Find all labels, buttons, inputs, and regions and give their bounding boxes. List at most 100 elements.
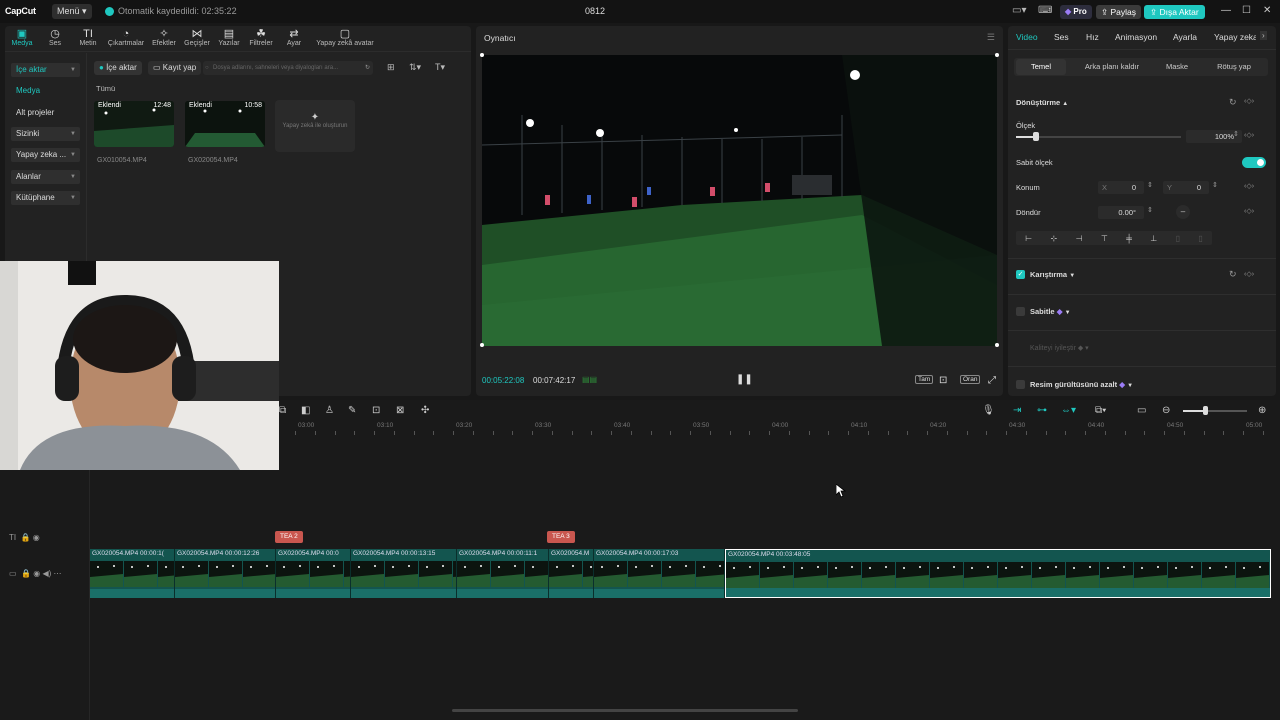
stabilize-section-title[interactable]: Sabitle ◆ ▼ [1030, 307, 1071, 316]
tab-animation[interactable]: Animasyon [1115, 32, 1157, 42]
subtab-remove-bg[interactable]: Arka planı kaldır [1074, 59, 1150, 75]
split-icon[interactable]: ⧉ [279, 405, 286, 416]
toolbar-adjust[interactable]: ⇄ Ayar [274, 28, 314, 47]
sidebar-item-ai[interactable]: Yapay zeka ... ▼ [11, 148, 80, 162]
align-center-icon[interactable]: ⊹ [1051, 234, 1058, 243]
link-icon[interactable]: ⊶ [1037, 405, 1047, 416]
microphone-icon[interactable]: 🎙 [982, 405, 995, 416]
sidebar-item-library[interactable]: Kütüphane ▼ [11, 191, 80, 205]
rotate-dial[interactable]: – [1176, 205, 1190, 219]
timeline-clip[interactable]: GX020054.M [549, 549, 594, 598]
full-quality-button[interactable]: Tam [915, 375, 934, 384]
shortcuts-icon[interactable]: ⌨ [1038, 5, 1052, 16]
align-right-icon[interactable]: ⊣ [1076, 234, 1083, 243]
stepper-icon[interactable]: ⇕ [1147, 206, 1153, 214]
maximize-icon[interactable]: ☐ [1242, 5, 1251, 16]
scale-slider-handle[interactable] [1032, 132, 1039, 141]
scale-slider-track[interactable] [1016, 136, 1181, 138]
align-left-icon[interactable]: ⊢ [1025, 234, 1032, 243]
media-item[interactable]: Eklendi 10:58 [185, 101, 265, 147]
mirror-icon[interactable]: ◧ [301, 405, 310, 416]
toolbar-stickers[interactable]: ◔ Çıkartmalar [105, 28, 147, 47]
zoom-out-icon[interactable]: ⊖ [1162, 405, 1170, 416]
timeline-clip[interactable]: GX020054.MP4 00:00:13:15 [351, 549, 457, 598]
refresh-icon[interactable]: ↻ [365, 61, 370, 75]
eye-icon[interactable]: ◉ [33, 533, 40, 542]
magic-wand-icon[interactable]: ✎ [348, 405, 356, 416]
import-button[interactable]: ● İçe aktar [94, 61, 142, 75]
tab-video[interactable]: Video [1016, 32, 1038, 42]
sidebar-item-subprojects[interactable]: Alt projeler [11, 106, 80, 120]
keyframe-icon[interactable]: ‹◇› [1244, 207, 1254, 215]
caption-icon[interactable]: ▭ [1137, 405, 1146, 416]
stepper-icon[interactable]: ⇕ [1212, 181, 1218, 189]
sidebar-item-yours[interactable]: Sizinki ▼ [11, 127, 80, 141]
reset-icon[interactable]: ↻ [1229, 269, 1237, 280]
snap-icon[interactable]: ⇥ [1013, 405, 1021, 416]
timeline-marker[interactable]: TEA 2 [275, 531, 303, 543]
player-menu-icon[interactable]: ☰ [987, 32, 995, 43]
stepper-icon[interactable]: ⇕ [1147, 181, 1153, 189]
sidebar-item-spaces[interactable]: Alanlar ▼ [11, 170, 80, 184]
blend-section-title[interactable]: Karıştırma ▼ [1030, 270, 1075, 279]
reset-icon[interactable]: ↻ [1229, 97, 1237, 108]
ratio-button[interactable]: Oran [960, 375, 981, 384]
rotate-input[interactable]: 0.00° [1098, 206, 1144, 219]
transform-section-title[interactable]: Dönüştürme ▲ [1016, 98, 1068, 107]
share-button[interactable]: ⇪ Paylaş [1096, 5, 1142, 19]
focus-icon[interactable]: ⊡ [939, 375, 947, 386]
subtab-basic[interactable]: Temel [1016, 59, 1066, 75]
lock-icon[interactable]: 🔒 [21, 533, 31, 542]
tab-ai[interactable]: Yapay zeka [1214, 32, 1256, 42]
position-y-input[interactable]: Y0 [1163, 181, 1209, 194]
sidebar-item-import[interactable]: İçe aktar ▼ [11, 63, 80, 77]
resize-handle[interactable] [995, 53, 999, 57]
subtab-retouch[interactable]: Rötuş yap [1206, 59, 1262, 75]
keyframe-icon[interactable]: ‹◇› [1244, 182, 1254, 190]
close-icon[interactable]: ✕ [1263, 5, 1271, 16]
timeline-marker[interactable]: TEA 3 [547, 531, 575, 543]
position-x-input[interactable]: X0 [1098, 181, 1144, 194]
sort-icon[interactable]: ⇅▾ [409, 62, 421, 73]
keyframe-icon[interactable]: ‹◇› [1244, 131, 1254, 139]
distribute-icon[interactable]: ▯ [1198, 234, 1202, 243]
denoise-checkbox[interactable] [1016, 380, 1025, 389]
video-preview[interactable] [482, 55, 997, 346]
preview-axis-icon[interactable]: ⇔▾ [1061, 405, 1076, 416]
keyframe-icon[interactable]: ‹◇› [1244, 270, 1254, 278]
toolbar-ai-avatar[interactable]: ▢ Yapay zekâ avatar [310, 28, 380, 47]
uniform-scale-toggle[interactable] [1242, 157, 1266, 168]
tab-adjust[interactable]: Ayarla [1173, 32, 1197, 42]
resize-handle[interactable] [480, 53, 484, 57]
media-search-input[interactable]: ○ Dosya adlarını, sahneleri veya diyalogl… [203, 61, 373, 75]
person-icon[interactable]: ♙ [325, 405, 334, 416]
ai-generate-card[interactable]: ✦ Yapay zekâ ile oluşturun [275, 100, 355, 152]
tab-speed[interactable]: Hız [1086, 32, 1099, 42]
pro-button[interactable]: ◆ Pro [1060, 5, 1092, 19]
subtab-mask[interactable]: Maske [1153, 59, 1201, 75]
timeline-clip[interactable]: GX020054.MP4 00:00:17:03 [594, 549, 725, 598]
timeline-clip[interactable]: GX020054.MP4 00:00:12:26 [175, 549, 276, 598]
layout-icon[interactable]: ▭▾ [1012, 5, 1026, 16]
tabs-scroll-icon[interactable]: › [1260, 31, 1267, 40]
keyframe-icon[interactable]: ‹◇› [1244, 97, 1254, 105]
zoom-mode-icon[interactable]: ⧉▾ [1095, 405, 1106, 416]
export-button[interactable]: ⇪ Dışa Aktar [1144, 5, 1205, 19]
timeline-clip[interactable]: GX020054.MP4 00:00:11:1 [457, 549, 549, 598]
crop-icon[interactable]: ⊡ [372, 405, 380, 416]
eye-icon[interactable]: ◉ [33, 569, 40, 578]
tab-audio[interactable]: Ses [1054, 32, 1069, 42]
menu-button[interactable]: Menü ▾ [52, 4, 92, 19]
more-icon[interactable]: ⋯ [54, 569, 62, 578]
resize-handle[interactable] [995, 343, 999, 347]
stabilize-checkbox[interactable] [1016, 307, 1025, 316]
align-bottom-icon[interactable]: ⊥ [1150, 234, 1157, 243]
zoom-slider-handle[interactable] [1203, 406, 1208, 415]
fullscreen-icon[interactable]: ⤢ [988, 375, 996, 386]
ai-enhance-icon[interactable]: ✣ [421, 405, 429, 416]
timeline-scrollbar[interactable] [452, 709, 798, 712]
minimize-icon[interactable]: — [1221, 5, 1231, 16]
resize-handle[interactable] [480, 343, 484, 347]
timeline-clip[interactable]: GX020054.MP4 00:0 [276, 549, 351, 598]
filter-all-tab[interactable]: Tümü [96, 84, 115, 93]
